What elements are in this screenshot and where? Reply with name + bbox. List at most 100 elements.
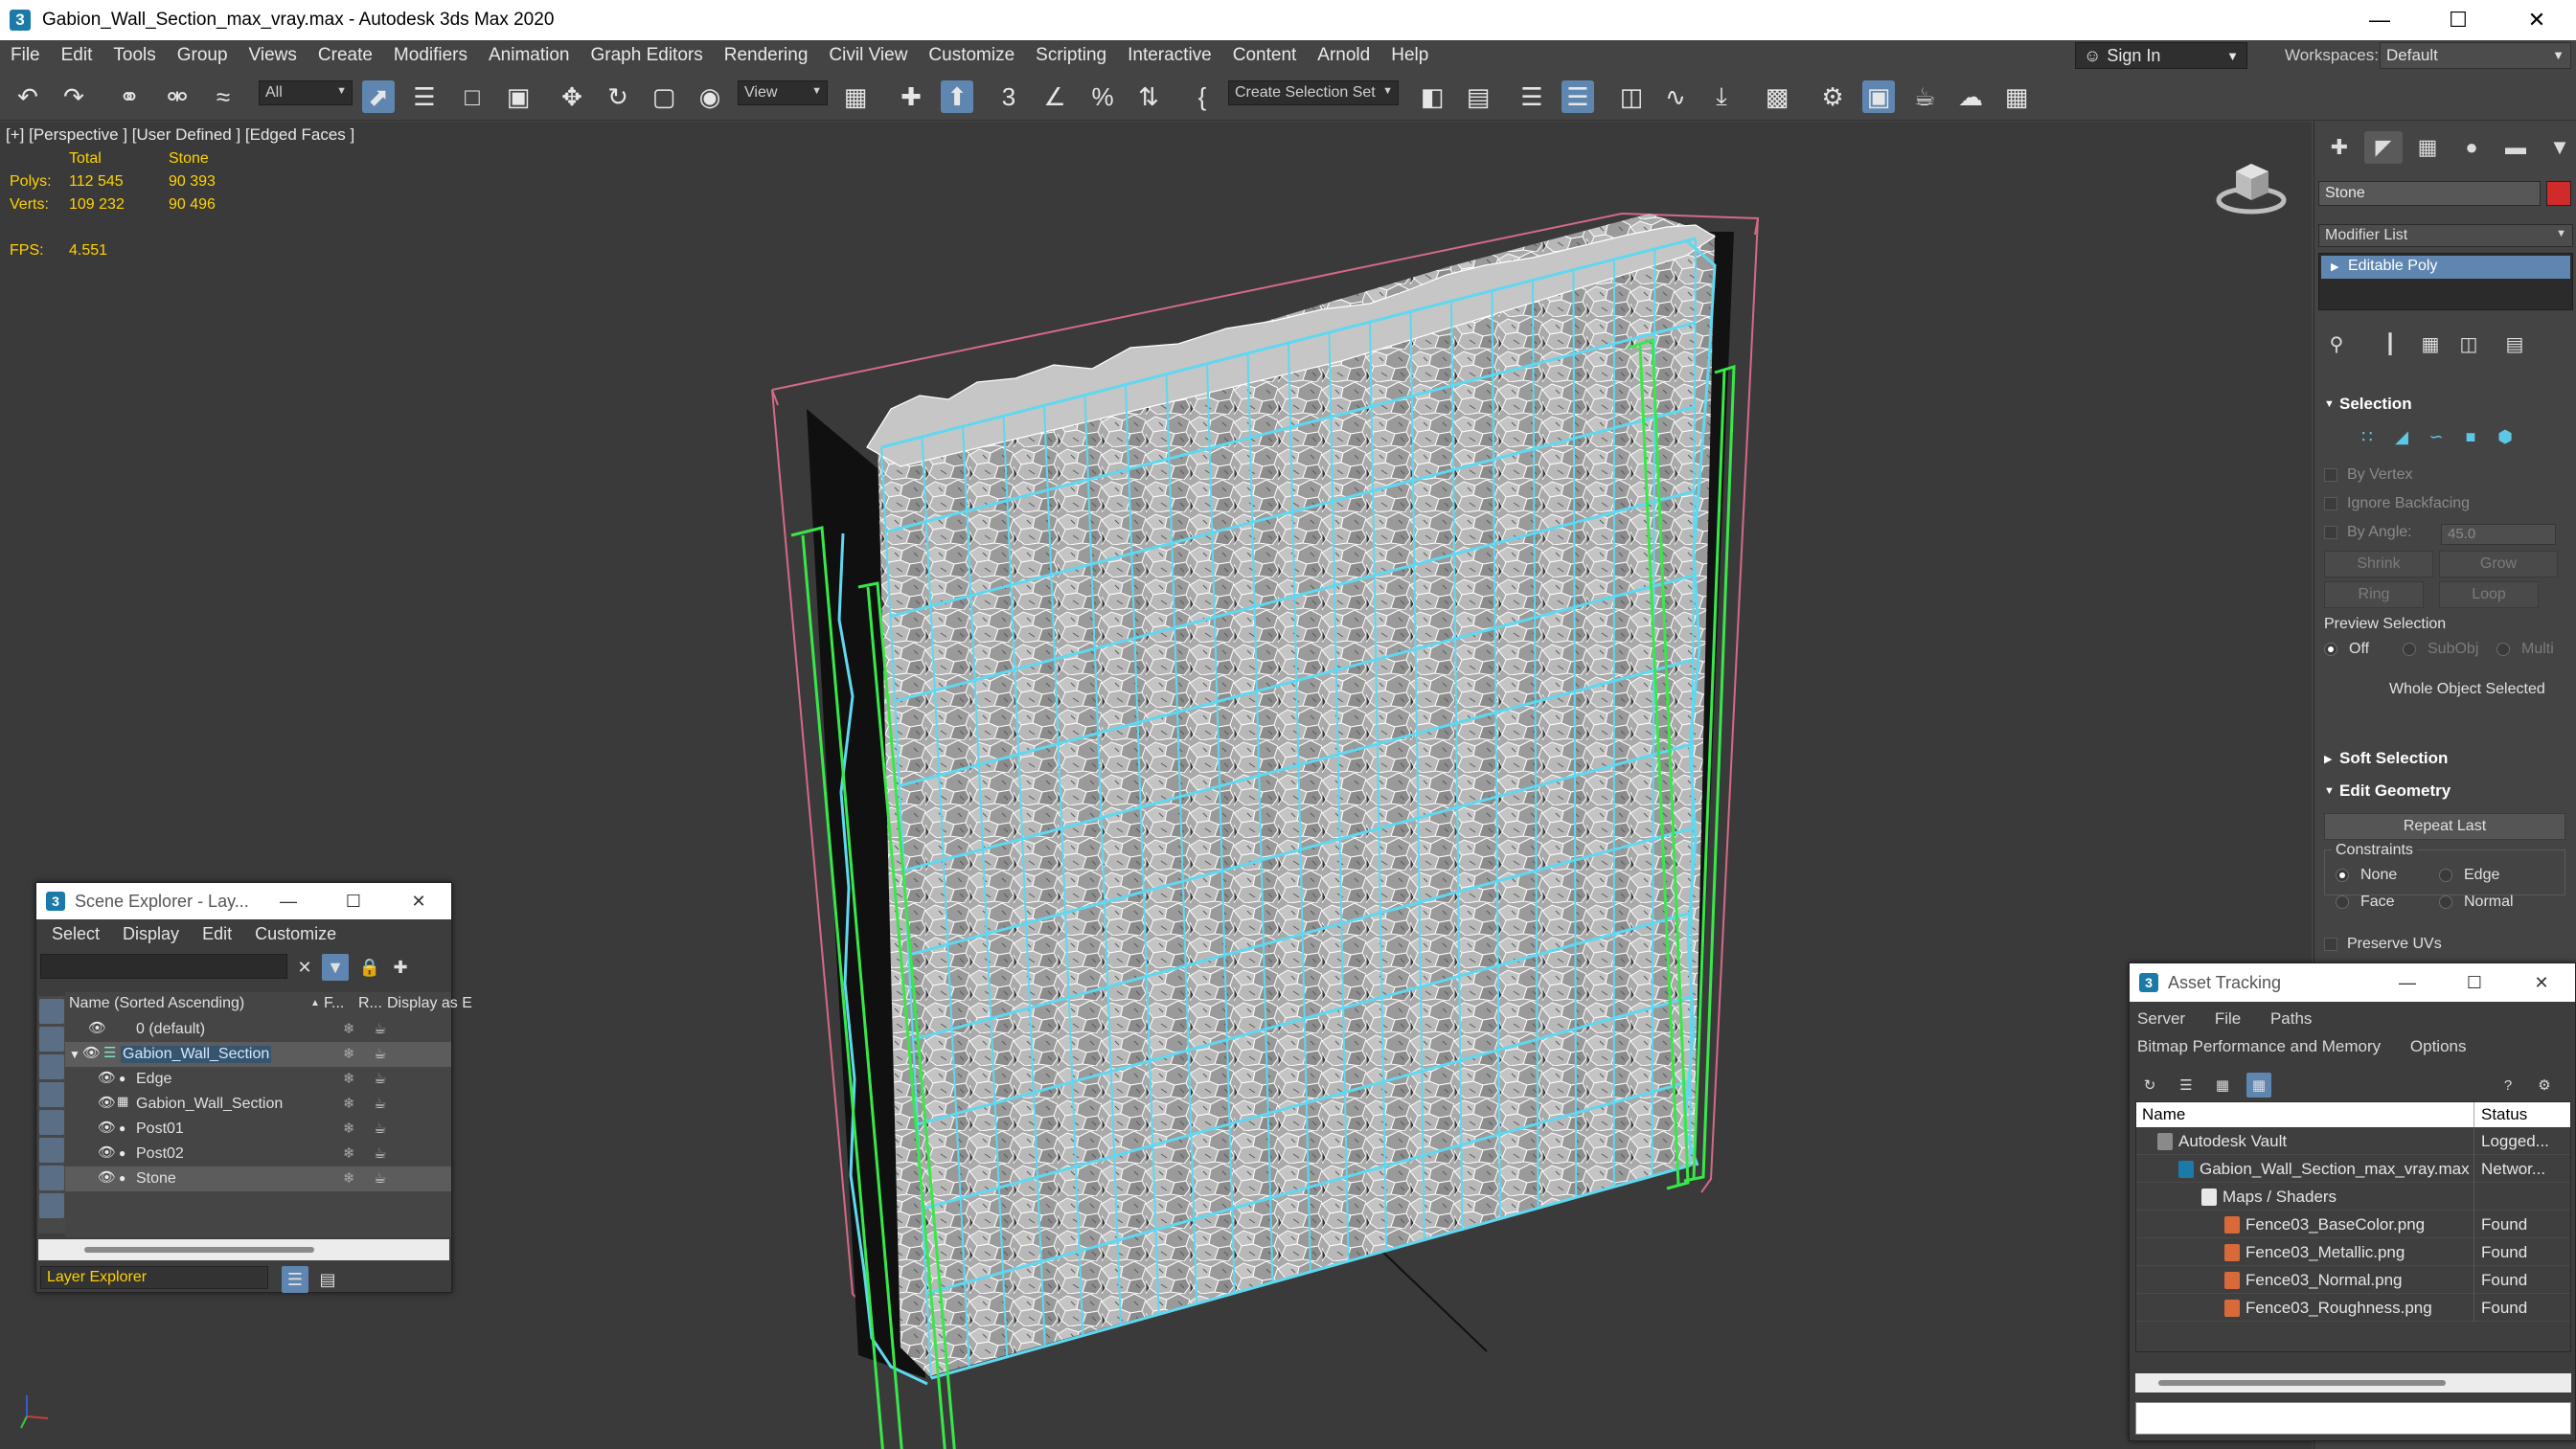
eye-icon[interactable]: 👁	[98, 1069, 116, 1086]
percent-snap-icon[interactable]: %	[1086, 80, 1119, 113]
ring-button[interactable]: Ring	[2324, 581, 2424, 608]
redo-icon[interactable]: ↷	[57, 80, 90, 113]
menu-help[interactable]: Help	[1380, 45, 1439, 66]
eye-icon[interactable]: 👁	[98, 1143, 116, 1161]
menu-modifiers[interactable]: Modifiers	[383, 45, 478, 66]
object-row[interactable]: 👁 ● Stone ❄ ☕	[65, 1166, 451, 1191]
reference-coordinate-dropdown[interactable]: View ▼	[738, 80, 828, 105]
select-by-name-icon[interactable]: ☰	[408, 80, 441, 113]
grow-button[interactable]: Grow	[2439, 551, 2558, 577]
collapse-triangle-icon[interactable]: ▼	[69, 1048, 80, 1061]
menu-arnold[interactable]: Arnold	[1307, 45, 1380, 66]
column-status-header[interactable]: Status	[2481, 1105, 2527, 1124]
edge-mode-icon[interactable]: ◢	[2387, 422, 2416, 451]
menu-file[interactable]: File	[0, 45, 51, 66]
column-render-header[interactable]: R...	[358, 995, 382, 1012]
minimize-icon[interactable]: —	[256, 883, 321, 919]
eye-icon[interactable]: 👁	[98, 1119, 116, 1136]
asset-row[interactable]: Gabion_Wall_Section_max_vray.max Networ.…	[2136, 1155, 2570, 1183]
selection-rollout-header[interactable]: ▼ Selection	[2316, 392, 2575, 417]
freeze-icon[interactable]: ❄	[343, 1169, 355, 1187]
loop-button[interactable]: Loop	[2439, 581, 2539, 608]
schematic-view-icon[interactable]: ⤓	[1705, 80, 1738, 113]
mirror-icon[interactable]: ◧	[1416, 80, 1448, 113]
help-icon[interactable]: ?	[2496, 1073, 2520, 1098]
link-icon[interactable]: ⚭	[113, 80, 146, 113]
pivot-center-icon[interactable]: ▦	[839, 80, 872, 113]
angle-snap-icon[interactable]: ∠	[1038, 80, 1071, 113]
se-menu-edit[interactable]: Edit	[187, 924, 239, 944]
align-icon[interactable]: ▤	[1462, 80, 1494, 113]
constraint-none-radio[interactable]: None	[2336, 867, 2397, 884]
lock-icon[interactable]: 🔒	[356, 954, 383, 981]
object-row[interactable]: 👁 ● Post02 ❄ ☕	[65, 1142, 451, 1166]
menu-content[interactable]: Content	[1222, 45, 1308, 66]
menu-graph-editors[interactable]: Graph Editors	[581, 45, 714, 66]
menu-scripting[interactable]: Scripting	[1025, 45, 1117, 66]
create-selection-set-dropdown[interactable]: Create Selection Set ▼	[1228, 80, 1399, 105]
freeze-icon[interactable]: ❄	[343, 1144, 355, 1162]
options-icon[interactable]: ⚙	[2532, 1073, 2557, 1098]
asset-row[interactable]: Fence03_Metallic.png Found	[2136, 1238, 2570, 1266]
viewport-label[interactable]: [+] [Perspective ] [User Defined ] [Edge…	[6, 125, 354, 145]
scale-icon[interactable]: ▢	[648, 80, 680, 113]
preview-multi-radio[interactable]: Multi	[2496, 641, 2554, 658]
asset-row[interactable]: Maps / Shaders	[2136, 1183, 2570, 1211]
table-view-icon[interactable]: ▦	[2246, 1073, 2271, 1098]
display-tab-icon[interactable]: ▬	[2496, 131, 2535, 164]
modify-tab-icon[interactable]: ◤	[2364, 131, 2403, 164]
ignore-backfacing-checkbox[interactable]: Ignore Backfacing	[2324, 495, 2470, 512]
make-unique-icon[interactable]: ▦	[2416, 330, 2445, 357]
sort-ascending-icon[interactable]: ▲	[310, 998, 320, 1008]
workspace-dropdown[interactable]: Default ▼	[2380, 42, 2571, 69]
eye-icon[interactable]: 👁	[82, 1044, 101, 1061]
menu-animation[interactable]: Animation	[478, 45, 581, 66]
eye-icon[interactable]: 👁	[98, 1094, 116, 1111]
object-row[interactable]: 👁 ▦ Gabion_Wall_Section ❄ ☕	[65, 1092, 451, 1117]
display-spacewarps-icon[interactable]	[39, 1138, 64, 1163]
object-name-field[interactable]: Stone	[2318, 181, 2541, 206]
window-crossing-icon[interactable]: ▣	[502, 80, 535, 113]
move-icon[interactable]: ✥	[556, 80, 588, 113]
stack-item-editable-poly[interactable]: ▶ Editable Poly	[2321, 256, 2570, 279]
asset-row[interactable]: Autodesk Vault Logged...	[2136, 1127, 2570, 1155]
close-icon[interactable]: ✕	[386, 883, 451, 919]
menu-create[interactable]: Create	[308, 45, 383, 66]
by-angle-checkbox[interactable]: By Angle:	[2324, 524, 2412, 541]
asset-row[interactable]: Fence03_Roughness.png Found	[2136, 1294, 2570, 1322]
asset-menu-file[interactable]: File	[2215, 1009, 2241, 1028]
freeze-icon[interactable]: ❄	[343, 1120, 355, 1137]
layer-row[interactable]: ▼ 👁 ☰ Gabion_Wall_Section ❄ ☕	[65, 1042, 451, 1067]
maximize-icon[interactable]: ☐	[321, 883, 386, 919]
render-teapot-icon[interactable]: ☕	[374, 1169, 386, 1187]
refresh-icon[interactable]: ↻	[2137, 1073, 2162, 1098]
tree-view-icon[interactable]: ▦	[2210, 1073, 2235, 1098]
clear-search-icon[interactable]: ✕	[291, 954, 318, 981]
display-xrefs-icon[interactable]	[39, 1193, 64, 1218]
scene-explorer-icon[interactable]: ▤	[314, 1266, 341, 1293]
minimize-icon[interactable]: —	[2340, 0, 2419, 40]
utilities-tab-icon[interactable]: ▼	[2541, 131, 2576, 164]
selection-filter-dropdown[interactable]: All ▼	[259, 80, 353, 105]
constraint-face-radio[interactable]: Face	[2336, 894, 2395, 911]
freeze-icon[interactable]: ❄	[343, 1070, 355, 1087]
rotate-icon[interactable]: ↻	[602, 80, 634, 113]
select-object-icon[interactable]: ⬈	[362, 80, 395, 113]
shrink-button[interactable]: Shrink	[2324, 551, 2433, 577]
preserve-uvs-checkbox[interactable]: Preserve UVs	[2324, 936, 2442, 953]
border-mode-icon[interactable]: ∽	[2422, 422, 2451, 451]
render-teapot-icon[interactable]: ☕	[374, 1045, 386, 1062]
close-icon[interactable]: ✕	[2508, 963, 2575, 1002]
vertex-mode-icon[interactable]: ∷	[2353, 422, 2382, 451]
maximize-icon[interactable]: ☐	[2419, 0, 2497, 40]
render-teapot-icon[interactable]: ☕	[374, 1020, 386, 1037]
render-gallery-icon[interactable]: ▦	[2000, 80, 2033, 113]
sign-in-dropdown[interactable]: ☺ Sign In ▼	[2075, 42, 2247, 69]
menu-edit[interactable]: Edit	[51, 45, 103, 66]
viewcube-icon[interactable]	[2213, 150, 2290, 217]
rendered-frame-window-icon[interactable]: ▣	[1862, 80, 1895, 113]
angle-spinner[interactable]: 45.0	[2441, 524, 2556, 545]
keyboard-shortcut-override-icon[interactable]: ⬆	[941, 80, 973, 113]
by-vertex-checkbox[interactable]: By Vertex	[2324, 466, 2412, 484]
close-icon[interactable]: ✕	[2497, 0, 2576, 40]
